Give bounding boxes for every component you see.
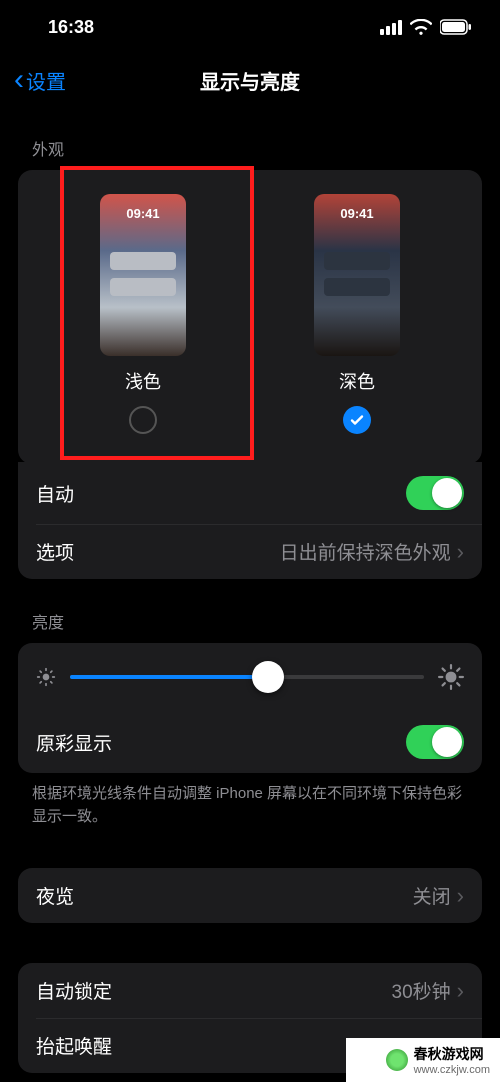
options-detail: 日出前保持深色外观 <box>280 538 451 565</box>
chevron-right-icon: › <box>457 883 464 909</box>
back-label: 设置 <box>26 66 66 95</box>
appearance-option-dark[interactable]: 09:41 深色 <box>250 194 464 434</box>
night-shift-row[interactable]: 夜览 关闭 › <box>18 868 482 923</box>
auto-options-card: 自动 选项 日出前保持深色外观 › <box>18 462 482 579</box>
status-time: 16:38 <box>48 17 94 38</box>
watermark-name: 春秋游戏网 <box>414 1044 490 1064</box>
dark-radio[interactable] <box>343 406 371 434</box>
options-label: 选项 <box>36 538 74 565</box>
appearance-option-light[interactable]: 09:41 浅色 <box>36 194 250 434</box>
watermark-logo-icon <box>386 1049 408 1071</box>
auto-label: 自动 <box>36 480 74 507</box>
slider-thumb[interactable] <box>252 661 284 693</box>
nav-bar: ‹ 设置 显示与亮度 <box>0 54 500 106</box>
chevron-left-icon: ‹ <box>14 65 24 95</box>
true-tone-label: 原彩显示 <box>36 729 112 756</box>
auto-toggle[interactable] <box>406 476 464 510</box>
auto-row[interactable]: 自动 <box>18 462 482 524</box>
page-title: 显示与亮度 <box>200 66 300 95</box>
watermark-url: www.czkjw.com <box>414 1064 490 1076</box>
brightness-card: 原彩显示 <box>18 643 482 773</box>
brightness-slider[interactable] <box>70 661 424 693</box>
dark-preview: 09:41 <box>314 194 400 356</box>
options-row[interactable]: 选项 日出前保持深色外观 › <box>18 524 482 579</box>
light-radio[interactable] <box>129 406 157 434</box>
status-indicators <box>380 19 472 35</box>
light-label: 浅色 <box>125 368 161 394</box>
chevron-right-icon: › <box>457 539 464 565</box>
true-tone-footer: 根据环境光线条件自动调整 iPhone 屏幕以在不同环境下保持色彩显示一致。 <box>18 773 482 828</box>
raise-wake-label: 抬起唤醒 <box>36 1032 112 1059</box>
cellular-icon <box>380 20 402 35</box>
back-button[interactable]: ‹ 设置 <box>14 54 66 106</box>
sun-large-icon <box>438 664 464 690</box>
true-tone-row[interactable]: 原彩显示 <box>18 711 482 773</box>
sun-small-icon <box>36 667 56 687</box>
night-shift-card: 夜览 关闭 › <box>18 868 482 923</box>
auto-lock-row[interactable]: 自动锁定 30秒钟 › <box>18 963 482 1018</box>
auto-lock-detail: 30秒钟 <box>392 977 451 1004</box>
appearance-card: 09:41 浅色 09:41 深色 <box>18 170 482 464</box>
brightness-header: 亮度 <box>32 609 482 633</box>
night-shift-detail: 关闭 <box>413 882 451 909</box>
light-preview: 09:41 <box>100 194 186 356</box>
night-shift-label: 夜览 <box>36 882 74 909</box>
auto-lock-label: 自动锁定 <box>36 977 112 1004</box>
wifi-icon <box>410 19 432 35</box>
chevron-right-icon: › <box>457 978 464 1004</box>
battery-icon <box>440 19 472 35</box>
watermark: 春秋游戏网 www.czkjw.com <box>346 1038 500 1082</box>
dark-label: 深色 <box>339 368 375 394</box>
status-bar: 16:38 <box>0 0 500 54</box>
true-tone-toggle[interactable] <box>406 725 464 759</box>
appearance-header: 外观 <box>32 136 482 160</box>
